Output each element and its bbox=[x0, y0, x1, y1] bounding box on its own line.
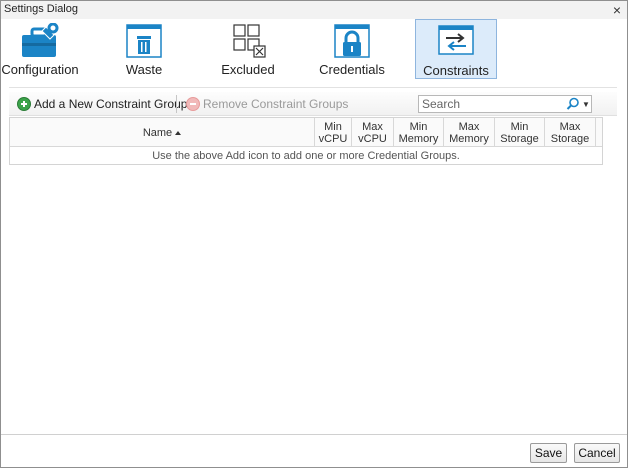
toolbox-icon bbox=[22, 23, 59, 57]
constraints-grid: Name Min vCPU Max vCPU Min Memory Max Memory… bbox=[9, 117, 603, 165]
column-header-max-vcpu[interactable]: Max vCPU bbox=[352, 118, 394, 147]
dialog-title: Settings Dialog bbox=[4, 3, 78, 15]
chevron-down-icon[interactable]: ▼ bbox=[581, 100, 591, 109]
grid-header: Name Min vCPU Max vCPU Min Memory Max Memory… bbox=[10, 118, 602, 147]
sort-ascending-icon bbox=[175, 130, 182, 135]
tab-label: Configuration bbox=[1, 62, 79, 77]
search-icon[interactable] bbox=[565, 96, 581, 112]
add-circle-icon bbox=[17, 97, 31, 111]
tab-label: Credentials bbox=[319, 62, 385, 77]
tab-constraints[interactable]: Constraints bbox=[415, 19, 497, 79]
constraint-actions-toolbar: Add a New Constraint Group Remove Constr… bbox=[9, 92, 617, 116]
tab-configuration[interactable]: Configuration bbox=[1, 19, 79, 79]
title-bar: Settings Dialog × bbox=[1, 1, 627, 19]
tab-label: Waste bbox=[125, 62, 163, 77]
save-button[interactable]: Save bbox=[530, 443, 567, 463]
settings-tabs: Configuration Waste Excluded Credentials… bbox=[1, 19, 627, 79]
add-constraint-group-label: Add a New Constraint Group bbox=[34, 97, 188, 111]
column-header-max-storage[interactable]: Max Storage bbox=[545, 118, 596, 147]
remove-constraint-groups-label: Remove Constraint Groups bbox=[203, 97, 349, 111]
close-icon[interactable]: × bbox=[610, 1, 624, 19]
footer-divider bbox=[1, 434, 627, 435]
arrows-exchange-icon bbox=[438, 25, 474, 55]
cancel-button[interactable]: Cancel bbox=[574, 443, 620, 463]
tab-excluded[interactable]: Excluded bbox=[216, 19, 280, 79]
column-header-min-vcpu[interactable]: Min vCPU bbox=[315, 118, 352, 147]
column-header-name[interactable]: Name bbox=[10, 118, 315, 147]
toolbar-separator bbox=[176, 95, 177, 113]
column-header-min-storage[interactable]: Min Storage bbox=[495, 118, 545, 147]
tab-waste[interactable]: Waste bbox=[114, 19, 174, 79]
add-constraint-group-button[interactable]: Add a New Constraint Group bbox=[17, 95, 187, 113]
column-header-max-memory[interactable]: Max Memory bbox=[444, 118, 495, 147]
empty-grid-message: Use the above Add icon to add one or mor… bbox=[152, 150, 460, 162]
settings-dialog: Settings Dialog × Configuration Waste Ex… bbox=[0, 0, 628, 468]
tabs-divider bbox=[9, 87, 617, 88]
remove-circle-icon bbox=[186, 97, 200, 111]
excluded-grid-icon bbox=[233, 24, 266, 58]
tab-label: Excluded bbox=[221, 62, 275, 77]
tab-label: Constraints bbox=[423, 63, 489, 78]
column-header-min-memory[interactable]: Min Memory bbox=[394, 118, 444, 147]
remove-constraint-groups-button[interactable]: Remove Constraint Groups bbox=[186, 95, 348, 113]
search-input[interactable] bbox=[419, 97, 565, 111]
trash-icon bbox=[126, 24, 162, 58]
tab-credentials[interactable]: Credentials bbox=[318, 19, 386, 79]
lock-icon bbox=[334, 24, 370, 58]
search-box[interactable]: ▼ bbox=[418, 95, 592, 113]
